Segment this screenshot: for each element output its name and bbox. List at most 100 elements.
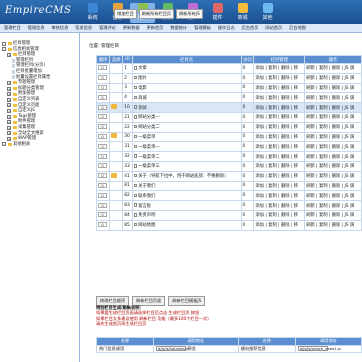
column-name-link[interactable]: 网站地图 [138, 223, 155, 228]
expand-toggle-icon[interactable]: - [2, 142, 6, 147]
select-checkbox[interactable] [133, 144, 138, 149]
select-checkbox[interactable] [133, 193, 138, 197]
menubar-link[interactable]: 管理栏目 [4, 25, 21, 31]
order-input[interactable]: 0 [98, 124, 107, 130]
operation-links[interactable]: 刷新 | 复制 | 删除 | JS 调 [304, 63, 362, 74]
js-url-input[interactable]: d/js/js/search_news1.js [297, 346, 341, 352]
select-checkbox[interactable] [133, 66, 138, 70]
nav-item[interactable]: 商城 [230, 3, 255, 23]
menubar-link[interactable]: 网站首页 [265, 25, 282, 31]
manage-links[interactable]: 添加 | 复制 | 删除 | 移 [253, 72, 306, 84]
expand-toggle-icon[interactable]: + [7, 86, 11, 91]
column-name-link[interactable]: 一级菜单 [138, 135, 155, 140]
order-input[interactable]: 0 [98, 222, 107, 228]
order-input[interactable]: 0 [98, 143, 107, 149]
operation-links[interactable]: 刷新 | 复制 | 删除 | JS 调 [304, 92, 362, 104]
menubar-link[interactable]: 后台地图 [289, 25, 306, 31]
menubar-link[interactable]: 后台首页 [242, 25, 259, 31]
menubar-link[interactable]: 更新首页 [147, 25, 164, 31]
menubar-link[interactable]: 签发信息 [75, 25, 92, 31]
expand-toggle-icon[interactable]: + [7, 136, 11, 141]
manage-links[interactable]: 添加 | 复制 | 删除 | 移 [253, 121, 306, 133]
select-checkbox[interactable] [133, 213, 138, 217]
select-checkbox[interactable] [133, 115, 138, 119]
manage-links[interactable]: 添加 | 复制 | 删除 | 移 [253, 131, 306, 143]
column-name-link[interactable]: 留言板 [138, 204, 151, 209]
expand-toggle-icon[interactable]: + [7, 114, 11, 119]
expand-toggle-icon[interactable]: + [7, 52, 11, 57]
nav-item[interactable]: 系统 [80, 3, 105, 23]
column-name-link[interactable]: 网站分类二 [138, 125, 159, 130]
expand-toggle-icon[interactable]: + [7, 108, 11, 113]
select-checkbox[interactable] [133, 105, 138, 109]
expand-toggle-icon[interactable]: + [7, 92, 11, 97]
select-checkbox[interactable] [133, 85, 138, 90]
manage-links[interactable]: 添加 | 复制 | 删除 | 移 [253, 151, 306, 162]
manage-links[interactable]: 添加 | 复制 | 删除 | 移 [253, 141, 306, 153]
order-input[interactable]: 0 [98, 114, 107, 120]
column-name-link[interactable]: 网站分类一 [138, 115, 159, 120]
order-input[interactable]: 0 [98, 133, 107, 139]
js-url-input[interactable]: d/js/js/hotnews.js [156, 345, 189, 351]
column-name-link[interactable]: 测试 [138, 106, 147, 111]
expand-toggle-icon[interactable]: + [7, 103, 11, 108]
manage-links[interactable]: 添加 | 复制 | 删除 | 移 [253, 180, 306, 192]
order-input[interactable]: 0 [98, 65, 107, 71]
manage-links[interactable]: 添加 | 复制 | 删除 | 移 [253, 82, 306, 94]
column-name-link[interactable]: 一级菜单二 [138, 155, 159, 160]
manage-links[interactable]: 添加 | 复制 | 删除 | 移 [253, 209, 306, 221]
column-name-link[interactable]: 免责声明 [138, 213, 155, 218]
column-name-link[interactable]: 图片 [138, 76, 147, 81]
order-input[interactable]: 0 [98, 212, 107, 218]
select-checkbox[interactable] [133, 75, 138, 80]
operation-links[interactable]: 刷新 | 复制 | 删除 | JS 调 [304, 190, 362, 202]
column-name-link[interactable]: 关于我们 [138, 184, 155, 189]
expand-toggle-icon[interactable]: + [7, 131, 11, 136]
operation-links[interactable]: 刷新 | 复制 | 删除 | JS 调 [304, 111, 362, 123]
menubar-link[interactable]: 管理信息 [28, 25, 45, 31]
manage-links[interactable]: 添加 | 复制 | 删除 | 移 [253, 219, 306, 231]
expand-toggle-icon[interactable]: + [7, 80, 11, 85]
menubar-link[interactable]: 审核信息 [52, 25, 69, 31]
expand-toggle-icon[interactable]: + [7, 125, 11, 130]
menubar-link[interactable]: 数据统计 [170, 25, 187, 31]
nav-item[interactable]: 其他 [255, 3, 280, 23]
select-checkbox[interactable] [133, 203, 138, 207]
expand-toggle-icon[interactable]: + [7, 120, 11, 125]
operation-links[interactable]: 刷新 | 复制 | 删除 | JS 调 [304, 200, 362, 211]
column-name-link[interactable]: 联系我们 [138, 194, 155, 199]
operation-links[interactable]: 刷新 | 复制 | 删除 | JS 调 [304, 121, 362, 133]
menubar-link[interactable]: 管理模板 [194, 25, 211, 31]
operation-links[interactable]: 刷新 | 复制 | 删除 | JS 调 [304, 151, 362, 162]
tree-node[interactable]: - 其他相关 [2, 142, 77, 148]
manage-links[interactable]: 添加 | 复制 | 删除 | 移 [253, 111, 306, 123]
action-button[interactable]: 刷新所有JS [176, 9, 203, 19]
column-name-link[interactable]: 一级菜单三 [138, 164, 159, 169]
menubar-link[interactable]: 操作日志 [218, 25, 235, 31]
expand-toggle-icon[interactable]: - [2, 47, 6, 52]
select-checkbox[interactable] [133, 183, 138, 188]
action-button[interactable]: 刷新所有栏目页 [138, 9, 175, 19]
order-input[interactable]: 0 [98, 153, 107, 159]
preview-button[interactable]: 预览 [187, 346, 195, 351]
nav-item[interactable]: 插件 [205, 3, 230, 23]
menubar-link[interactable]: 管理评论 [99, 25, 116, 31]
operation-links[interactable]: 刷新 | 复制 | 删除 | JS 调 [304, 209, 362, 221]
menubar-link[interactable]: 更新数据 [123, 25, 140, 31]
select-checkbox[interactable] [133, 95, 138, 100]
order-input[interactable]: 0 [98, 94, 107, 100]
manage-links[interactable]: 添加 | 复制 | 删除 | 移 [253, 102, 306, 113]
operation-links[interactable]: 刷新 | 复制 | 删除 | JS 调 [304, 131, 362, 143]
select-checkbox[interactable] [133, 173, 138, 178]
operation-links[interactable]: 刷新 | 复制 | 删除 | JS 调 [304, 72, 362, 84]
order-input[interactable]: 0 [98, 202, 107, 208]
action-button[interactable]: 增加栏目 [114, 9, 137, 19]
order-input[interactable]: 0 [98, 173, 107, 179]
manage-links[interactable]: 添加 | 复制 | 删除 | 移 [253, 160, 306, 172]
operation-links[interactable]: 刷新 | 复制 | 删除 | JS 调 [304, 102, 362, 113]
operation-links[interactable]: 刷新 | 复制 | 删除 | JS 调 [304, 219, 362, 231]
order-input[interactable]: 0 [98, 192, 107, 198]
order-input[interactable]: 0 [98, 84, 107, 90]
operation-links[interactable]: 刷新 | 复制 | 删除 | JS 调 [304, 82, 362, 94]
column-name-link[interactable]: 一级菜单一 [138, 145, 159, 150]
